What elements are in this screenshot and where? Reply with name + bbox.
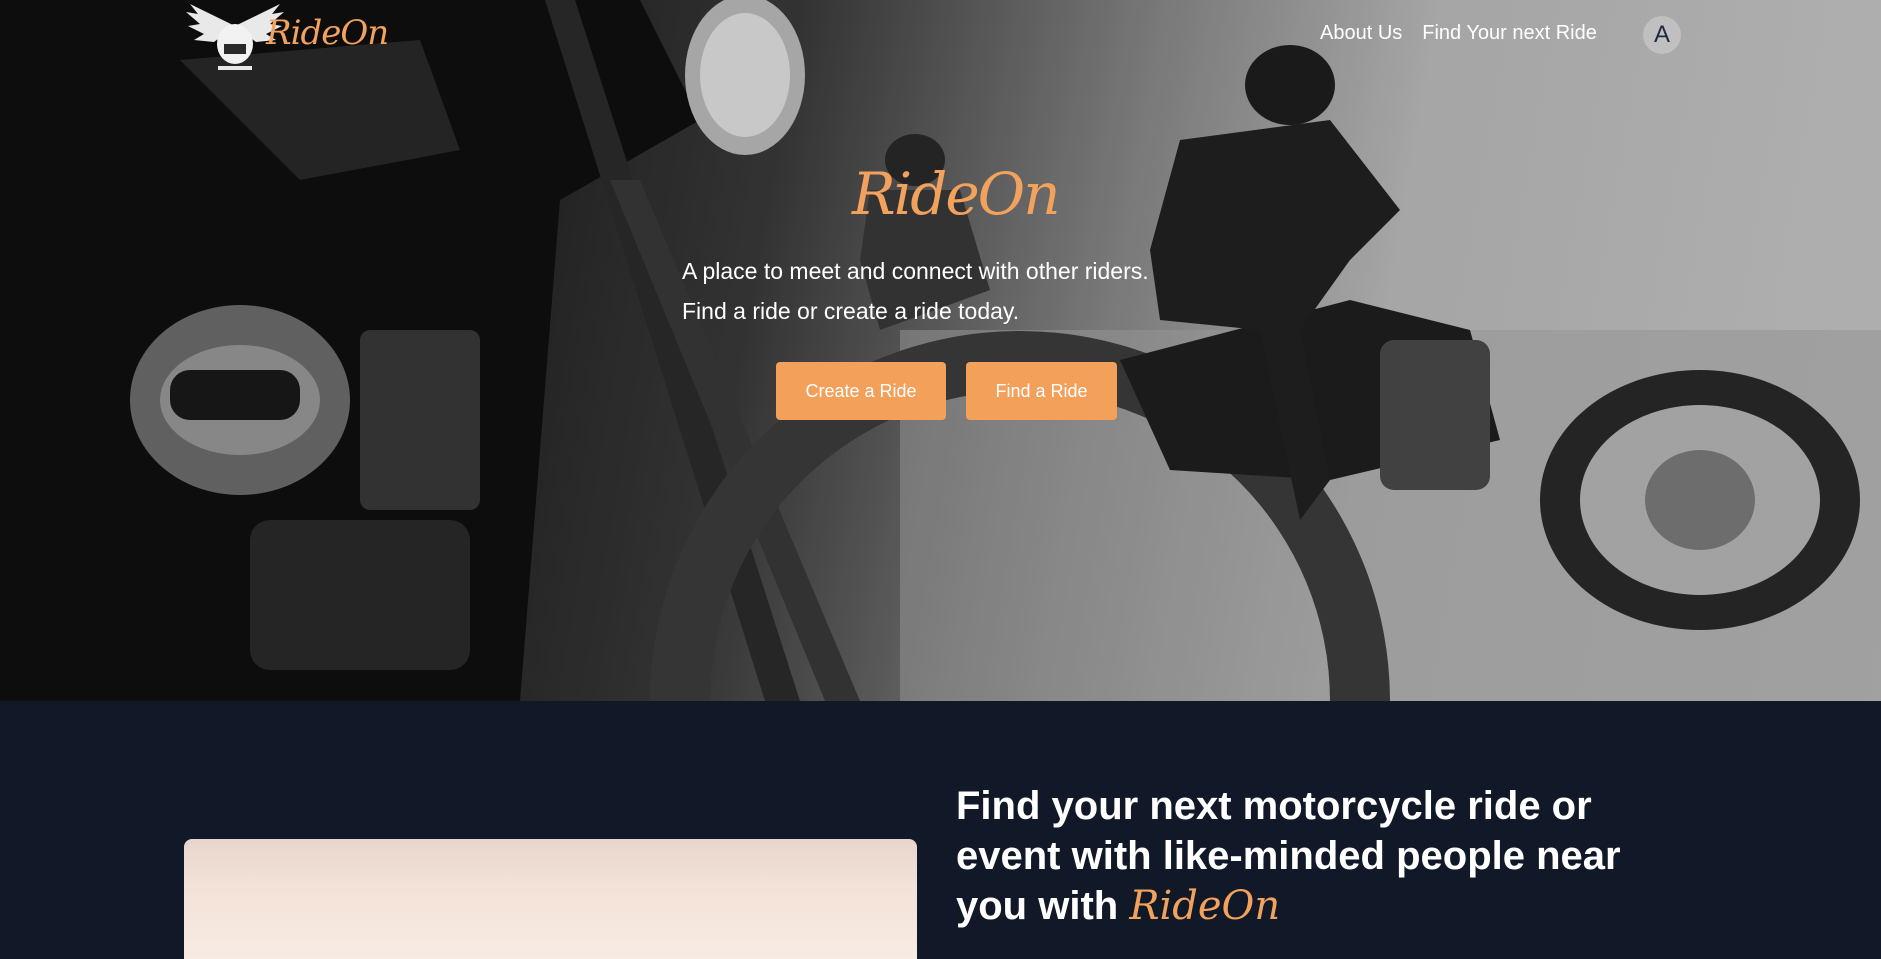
hero-subtagline: Find a ride or create a ride today.	[682, 298, 1020, 324]
nav-links: About Us Find Your next Ride	[1320, 22, 1597, 45]
user-avatar[interactable]: A	[1643, 16, 1681, 54]
navbar: RideOn About Us Find Your next Ride A	[0, 0, 1881, 80]
hero-background-photo	[0, 0, 1881, 701]
find-ride-button[interactable]: Find a Ride	[966, 362, 1117, 420]
brand-logo-text: RideOn	[266, 13, 389, 53]
nav-about-us-link[interactable]: About Us	[1320, 22, 1402, 45]
intro-heading-brand: RideOn	[1129, 883, 1281, 929]
hero-title: RideOn	[852, 160, 1061, 228]
intro-heading-text: Find your next motorcycle ride or event …	[956, 784, 1621, 928]
create-ride-button[interactable]: Create a Ride	[776, 362, 946, 420]
brand-logo[interactable]: RideOn	[182, 0, 402, 74]
intro-section: Find your next motorcycle ride or event …	[0, 701, 1881, 959]
hero-section: RideOn About Us Find Your next Ride A Ri…	[0, 0, 1881, 701]
sunset-sky-image	[184, 839, 917, 959]
nav-find-ride-link[interactable]: Find Your next Ride	[1422, 22, 1597, 45]
intro-heading: Find your next motorcycle ride or event …	[956, 781, 1656, 931]
hero-tagline: A place to meet and connect with other r…	[682, 258, 1149, 284]
